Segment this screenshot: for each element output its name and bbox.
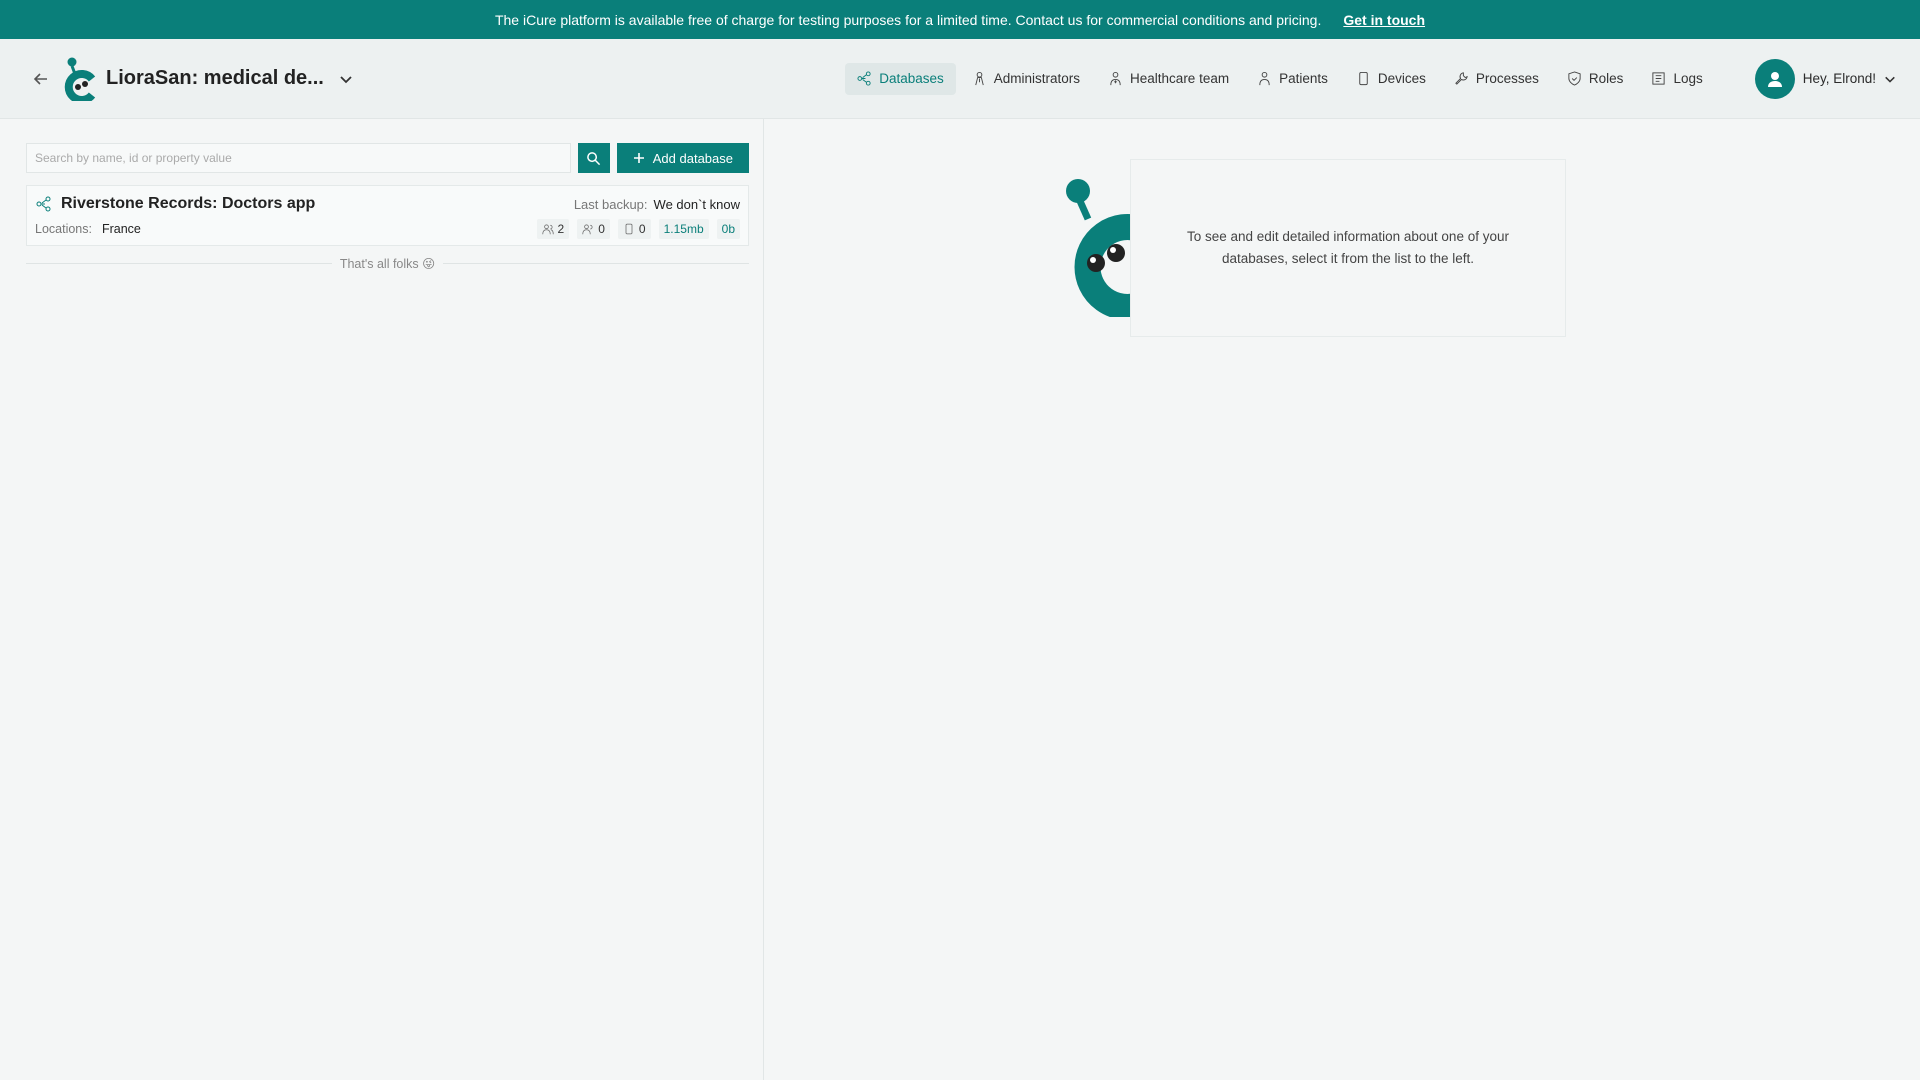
tab-healthcare-team[interactable]: Healthcare team	[1096, 63, 1241, 95]
device-stat-icon	[625, 223, 633, 235]
avatar	[1754, 58, 1795, 99]
last-backup-value: We don`t know	[653, 196, 740, 212]
tab-roles-label: Roles	[1588, 71, 1624, 86]
search-icon	[587, 151, 601, 165]
tab-administrators[interactable]: Administrators	[960, 63, 1092, 95]
user-chevron-down-icon	[1885, 76, 1895, 83]
add-database-button[interactable]: Add database	[616, 143, 749, 173]
roles-icon	[1568, 71, 1581, 86]
tab-processes[interactable]: Processes	[1442, 63, 1551, 95]
stat-patients: 0	[577, 219, 610, 239]
tab-processes-label: Processes	[1475, 71, 1539, 86]
main-nav: Databases Administrators Healthcare team…	[845, 62, 1715, 95]
search-button[interactable]	[577, 143, 610, 173]
tab-devices-label: Devices	[1377, 71, 1426, 86]
detail-panel: To see and edit detailed information abo…	[764, 119, 1920, 1080]
get-in-touch-link[interactable]: Get in touch	[1343, 12, 1425, 28]
top-banner: The iCure platform is available free of …	[0, 0, 1920, 39]
user-menu[interactable]: Hey, Elrond!	[1754, 58, 1896, 99]
empty-state-text: To see and edit detailed information abo…	[1187, 229, 1509, 266]
main-area: Add database Riverstone Records: Doctors…	[0, 119, 1920, 1080]
logs-icon	[1652, 72, 1666, 85]
devices-icon	[1359, 71, 1368, 86]
administrators-icon	[975, 71, 984, 86]
stat-devices: 0	[617, 219, 651, 239]
tab-patients[interactable]: Patients	[1245, 63, 1340, 95]
stat-users-value: 2	[557, 222, 565, 236]
tab-patients-label: Patients	[1279, 71, 1328, 86]
chevron-down-icon[interactable]	[338, 71, 354, 87]
project-title[interactable]: LioraSan: medical de...	[106, 67, 324, 90]
stat-patients-value: 0	[598, 222, 605, 236]
database-list-panel: Add database Riverstone Records: Doctors…	[0, 119, 764, 1080]
stat-devices-value: 0	[638, 222, 646, 236]
stat-size: 1.15mb	[658, 219, 709, 239]
database-icon	[36, 196, 51, 212]
locations-label: Locations:	[35, 222, 92, 236]
empty-state-box: To see and edit detailed information abo…	[1130, 159, 1566, 337]
database-name: Riverstone Records: Doctors app	[61, 195, 316, 212]
processes-icon	[1455, 72, 1468, 85]
banner-text: The iCure platform is available free of …	[494, 11, 1322, 28]
tab-databases[interactable]: Databases	[845, 62, 956, 95]
list-end-text: That's all folks 😜	[339, 257, 436, 271]
back-arrow-icon[interactable]	[30, 68, 52, 90]
search-input[interactable]	[26, 143, 571, 173]
user-icon	[1767, 71, 1782, 87]
add-database-label: Add database	[652, 150, 733, 166]
tab-databases-label: Databases	[879, 71, 944, 86]
plus-icon	[633, 153, 644, 163]
database-stats: 2 0 0 1.15mb 0b	[536, 219, 740, 239]
healthcare-team-icon	[1110, 71, 1121, 86]
stat-users: 2	[536, 219, 570, 239]
databases-icon	[857, 71, 871, 86]
list-end-divider: That's all folks 😜	[26, 256, 749, 271]
tab-devices[interactable]: Devices	[1344, 63, 1438, 95]
stat-backup-size: 0b	[716, 219, 740, 239]
users-icon	[541, 224, 554, 235]
tab-healthcare-team-label: Healthcare team	[1130, 71, 1230, 86]
last-backup-label: Last backup:	[573, 196, 648, 212]
app-header: LioraSan: medical de... Databases Admini…	[0, 39, 1920, 119]
icure-logo-icon	[64, 57, 96, 101]
tab-administrators-label: Administrators	[993, 71, 1081, 86]
tab-roles[interactable]: Roles	[1555, 63, 1636, 95]
tab-logs[interactable]: Logs	[1639, 63, 1714, 95]
tab-logs-label: Logs	[1673, 71, 1703, 86]
patients-stat-icon	[582, 224, 593, 235]
last-backup: Last backup: We don`t know	[574, 197, 740, 212]
locations-value: France	[101, 222, 141, 236]
user-greeting: Hey, Elrond!	[1802, 71, 1876, 86]
database-card[interactable]: Riverstone Records: Doctors app Last bac…	[26, 185, 749, 246]
search-row: Add database	[26, 143, 749, 173]
patients-icon	[1259, 71, 1270, 86]
